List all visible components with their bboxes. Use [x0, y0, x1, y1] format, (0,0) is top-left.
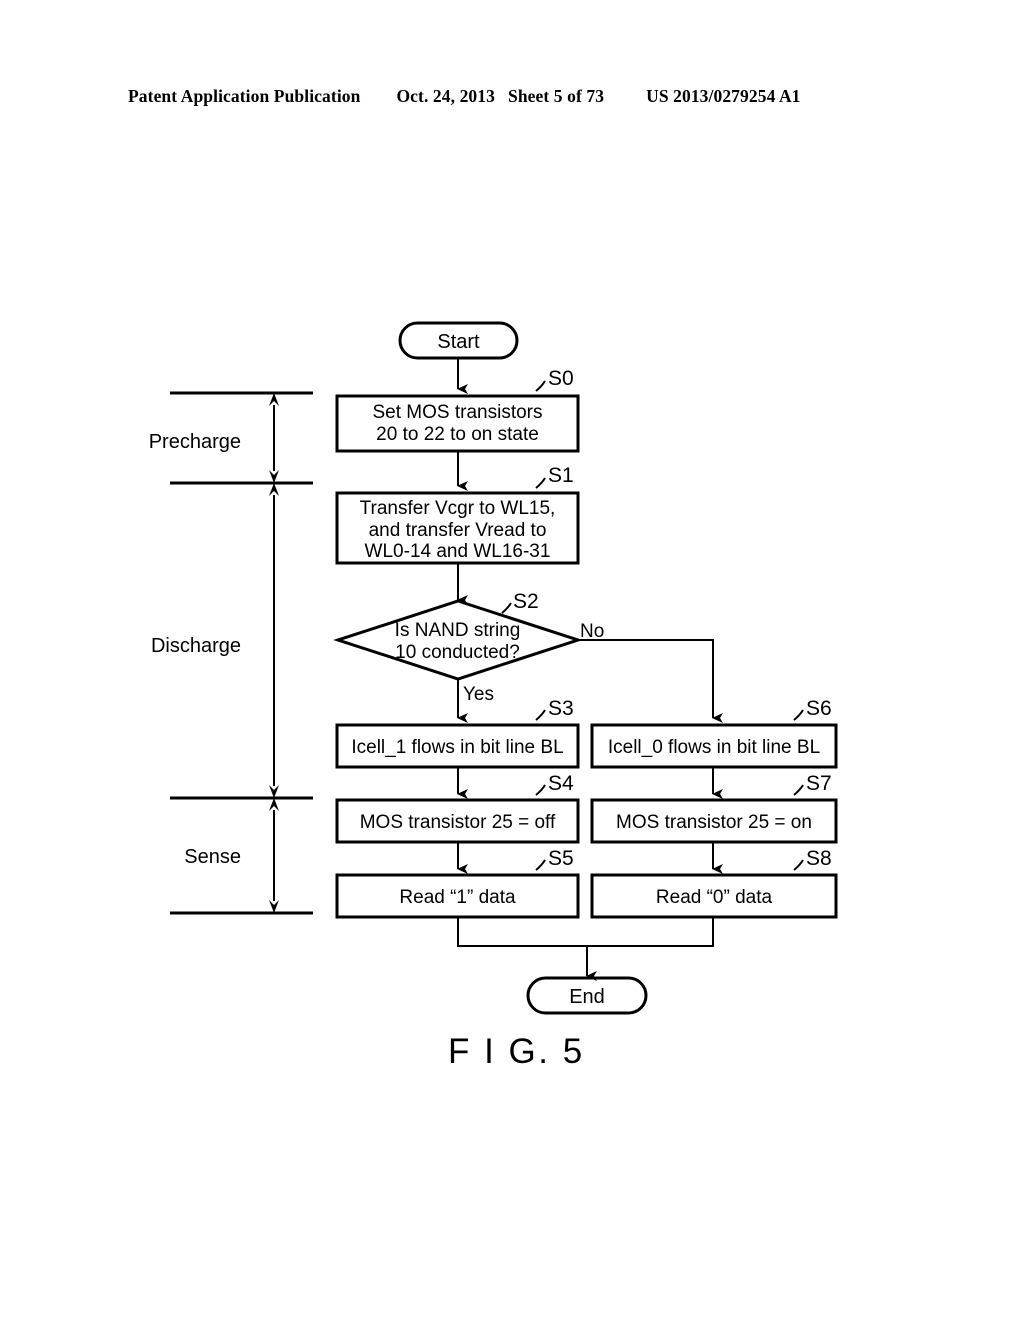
branch-label-yes: Yes — [463, 684, 494, 705]
end-label: End — [569, 986, 605, 1008]
s1-tag-leader — [535, 477, 546, 489]
phase-label-sense: Sense — [184, 846, 241, 868]
s0-tag-label: S0 — [548, 367, 574, 390]
node-end: End — [526, 976, 648, 1015]
s1-text-line-3: WL0-14 and WL16-31 — [365, 541, 551, 562]
s0-text-line-2: 20 to 22 to on state — [376, 424, 539, 445]
figure-caption: F I G. 5 — [448, 1032, 585, 1071]
s4-tag-label: S4 — [548, 772, 574, 795]
phase-label-precharge: Precharge — [149, 431, 241, 453]
s5-tag-leader — [535, 859, 546, 871]
branch-label-no: No — [580, 621, 604, 642]
edge-s8-merge — [587, 917, 714, 947]
s7-tag-label: S7 — [806, 772, 832, 795]
flowchart-svg: Precharge Discharge Sense Start Set MOS … — [149, 321, 838, 1015]
flowchart-figure: Precharge Discharge Sense Start Set MOS … — [0, 0, 1024, 1320]
sense-arrow-up — [269, 798, 279, 811]
s2-text-line-2: 10 conducted? — [395, 642, 520, 663]
s1-text-line-2: and transfer Vread to — [369, 520, 547, 541]
phase-arrows — [269, 393, 279, 913]
discharge-arrow-down — [269, 785, 279, 798]
s3-tag-label: S3 — [548, 697, 574, 720]
s2-tag-leader — [501, 602, 512, 614]
s6-text-line-1: Icell_0 flows in bit line BL — [608, 737, 820, 758]
s3-text-line-1: Icell_1 flows in bit line BL — [351, 737, 563, 758]
s4-tag-leader — [535, 784, 546, 796]
sense-arrow-down — [269, 900, 279, 913]
s6-tag-leader — [793, 709, 804, 721]
start-label: Start — [437, 331, 480, 353]
edge-s2-no — [578, 639, 723, 723]
s8-tag-label: S8 — [806, 847, 832, 870]
s5-tag-label: S5 — [548, 847, 574, 870]
s0-text-line-1: Set MOS transistors — [373, 402, 543, 423]
s7-tag-leader — [793, 784, 804, 796]
node-s2: Is NAND string 10 conducted? S2 — [333, 590, 583, 681]
precharge-arrow-up — [269, 393, 279, 406]
s8-tag-leader — [793, 859, 804, 871]
s1-tag-label: S1 — [548, 464, 574, 487]
s8-text-line-1: Read “0” data — [656, 887, 773, 908]
s7-text-line-1: MOS transistor 25 = on — [616, 812, 812, 833]
s3-tag-leader — [535, 709, 546, 721]
s2-tag-label: S2 — [513, 590, 539, 613]
precharge-arrow-down — [269, 470, 279, 483]
phase-label-discharge: Discharge — [151, 635, 241, 657]
s0-tag-leader — [535, 380, 546, 392]
s4-text-line-1: MOS transistor 25 = off — [360, 812, 556, 833]
s5-text-line-1: Read “1” data — [399, 887, 516, 908]
discharge-arrow-up — [269, 483, 279, 496]
edge-s5-merge — [457, 917, 587, 947]
s1-text-line-1: Transfer Vcgr to WL15, — [360, 498, 556, 519]
node-start: Start — [398, 321, 519, 360]
s6-tag-label: S6 — [806, 697, 832, 720]
s2-text-line-1: Is NAND string — [395, 620, 521, 641]
